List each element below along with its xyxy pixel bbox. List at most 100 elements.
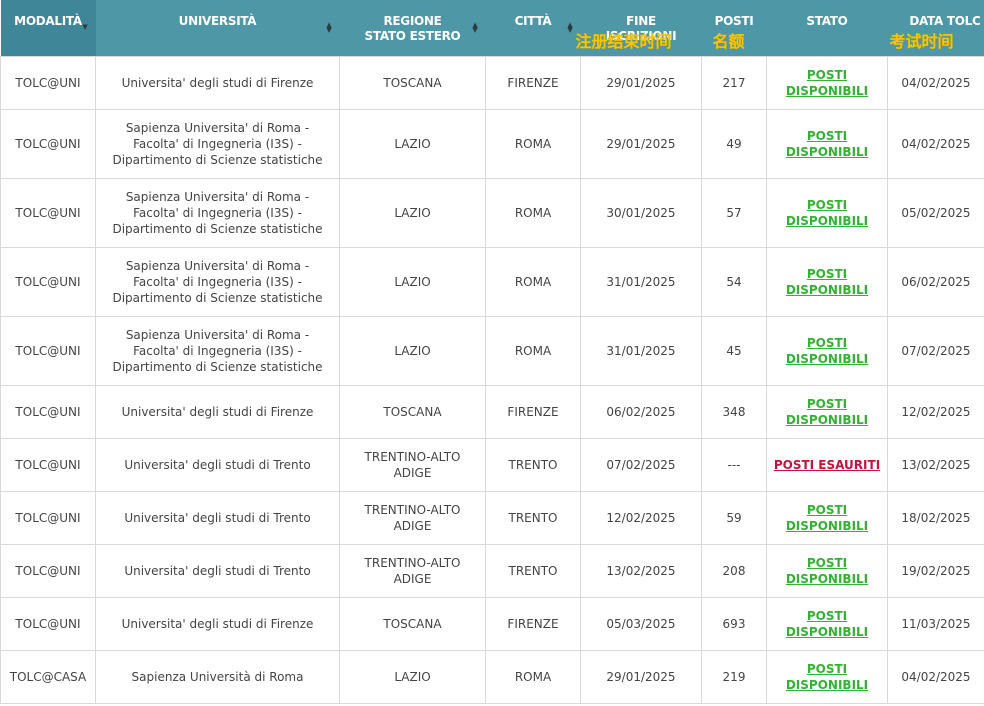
cell-stato: POSTI DISPONIBILI — [766, 315, 888, 386]
col-header-modalita[interactable]: MODALITÀ ▼ — [0, 0, 96, 56]
col-header-regione[interactable]: REGIONE STATO ESTERO ▲ ▼ — [339, 0, 486, 56]
cell-citta: TRENTO — [485, 490, 581, 545]
cell-modalita: TOLC@UNI — [0, 437, 96, 492]
cell-citta: FIRENZE — [485, 596, 581, 651]
sort-desc-icon[interactable]: ▼ — [82, 24, 87, 31]
table-row: TOLC@UNI Universita' degli studi di Fire… — [0, 596, 984, 651]
table-row: TOLC@UNI Sapienza Universita' di Roma - … — [0, 246, 984, 317]
cell-regione: TRENTINO-ALTO ADIGE — [339, 543, 486, 598]
col-header-stato-label: STATO — [806, 14, 848, 28]
cell-regione: LAZIO — [339, 108, 486, 179]
col-header-regione-label-1: REGIONE — [383, 14, 442, 28]
cell-regione: TRENTINO-ALTO ADIGE — [339, 490, 486, 545]
cell-posti: 208 — [701, 543, 767, 598]
cell-data-tolc: 04/02/2025 — [887, 55, 984, 110]
cell-universita: Sapienza Universita' di Roma - Facolta' … — [95, 177, 340, 248]
cell-modalita: TOLC@CASA — [0, 649, 96, 704]
cell-stato: POSTI DISPONIBILI — [766, 384, 888, 439]
cell-universita: Sapienza Universita' di Roma - Facolta' … — [95, 108, 340, 179]
status-link-available[interactable]: POSTI DISPONIBILI — [786, 662, 868, 692]
cell-citta: ROMA — [485, 649, 581, 704]
col-header-fine-iscrizioni[interactable]: FINE ISCRIZIONI 注册结束时间 — [576, 0, 702, 56]
status-link-available[interactable]: POSTI DISPONIBILI — [786, 556, 868, 586]
cell-data-tolc: 04/02/2025 — [887, 108, 984, 179]
status-link-available[interactable]: POSTI DISPONIBILI — [786, 129, 868, 159]
sort-arrows-icon[interactable]: ▲ ▼ — [326, 22, 331, 34]
col-header-citta[interactable]: CITTÀ ▲ ▼ — [485, 0, 581, 56]
cell-universita: Universita' degli studi di Firenze — [95, 55, 340, 110]
cell-data-tolc: 19/02/2025 — [887, 543, 984, 598]
cell-citta: ROMA — [485, 177, 581, 248]
cell-fine-iscrizioni: 31/01/2025 — [580, 315, 702, 386]
cell-fine-iscrizioni: 29/01/2025 — [580, 649, 702, 704]
status-link-available[interactable]: POSTI DISPONIBILI — [786, 397, 868, 427]
cell-modalita: TOLC@UNI — [0, 596, 96, 651]
cell-posti: 217 — [701, 55, 767, 110]
cell-regione: LAZIO — [339, 315, 486, 386]
cell-data-tolc: 07/02/2025 — [887, 315, 984, 386]
sort-arrows-icon[interactable]: ▲ ▼ — [567, 22, 572, 34]
cell-posti: 219 — [701, 649, 767, 704]
cell-universita: Sapienza Universita' di Roma - Facolta' … — [95, 315, 340, 386]
cell-citta: FIRENZE — [485, 55, 581, 110]
col-header-universita[interactable]: UNIVERSITÀ ▲ ▼ — [95, 0, 340, 56]
cell-posti: 45 — [701, 315, 767, 386]
cell-regione: TOSCANA — [339, 55, 486, 110]
cell-stato: POSTI DISPONIBILI — [766, 108, 888, 179]
cell-universita: Universita' degli studi di Firenze — [95, 384, 340, 439]
sort-arrows-icon[interactable]: ▲ ▼ — [472, 22, 477, 34]
cell-data-tolc: 18/02/2025 — [887, 490, 984, 545]
cell-stato: POSTI DISPONIBILI — [766, 177, 888, 248]
col-header-stato[interactable]: STATO — [766, 0, 888, 56]
cell-posti: 348 — [701, 384, 767, 439]
status-link-available[interactable]: POSTI DISPONIBILI — [786, 267, 868, 297]
cell-universita: Sapienza Universita' di Roma - Facolta' … — [95, 246, 340, 317]
cell-data-tolc: 11/03/2025 — [887, 596, 984, 651]
cell-posti: 59 — [701, 490, 767, 545]
cell-citta: ROMA — [485, 246, 581, 317]
status-link-available[interactable]: POSTI DISPONIBILI — [786, 68, 868, 98]
status-link-sold-out[interactable]: POSTI ESAURITI — [774, 458, 880, 472]
cell-universita: Universita' degli studi di Trento — [95, 437, 340, 492]
cell-universita: Sapienza Università di Roma — [95, 649, 340, 704]
cell-fine-iscrizioni: 31/01/2025 — [580, 246, 702, 317]
cell-citta: TRENTO — [485, 543, 581, 598]
cell-posti: --- — [701, 437, 767, 492]
cell-fine-iscrizioni: 05/03/2025 — [580, 596, 702, 651]
cell-stato: POSTI DISPONIBILI — [766, 246, 888, 317]
table-row: TOLC@UNI Sapienza Universita' di Roma - … — [0, 108, 984, 179]
status-link-available[interactable]: POSTI DISPONIBILI — [786, 336, 868, 366]
cell-citta: TRENTO — [485, 437, 581, 492]
cell-data-tolc: 05/02/2025 — [887, 177, 984, 248]
status-link-available[interactable]: POSTI DISPONIBILI — [786, 609, 868, 639]
col-header-modalita-label: MODALITÀ — [14, 14, 82, 28]
col-header-citta-label: CITTÀ — [514, 14, 552, 28]
cell-fine-iscrizioni: 12/02/2025 — [580, 490, 702, 545]
cell-posti: 49 — [701, 108, 767, 179]
cell-data-tolc: 04/02/2025 — [887, 649, 984, 704]
cell-data-tolc: 06/02/2025 — [887, 246, 984, 317]
cell-modalita: TOLC@UNI — [0, 246, 96, 317]
status-link-available[interactable]: POSTI DISPONIBILI — [786, 198, 868, 228]
col-header-posti[interactable]: POSTI 名额 — [701, 0, 767, 56]
cell-modalita: TOLC@UNI — [0, 384, 96, 439]
cell-fine-iscrizioni: 06/02/2025 — [580, 384, 702, 439]
table-header-row: MODALITÀ ▼ UNIVERSITÀ ▲ ▼ REGIONE STATO E… — [0, 0, 984, 56]
cell-posti: 693 — [701, 596, 767, 651]
cell-citta: ROMA — [485, 108, 581, 179]
col-header-data-label: DATA TOLC — [909, 14, 981, 28]
status-link-available[interactable]: POSTI DISPONIBILI — [786, 503, 868, 533]
cell-fine-iscrizioni: 07/02/2025 — [580, 437, 702, 492]
cell-stato: POSTI DISPONIBILI — [766, 596, 888, 651]
cell-modalita: TOLC@UNI — [0, 108, 96, 179]
table-row: TOLC@UNI Universita' degli studi di Tren… — [0, 490, 984, 545]
table-row: TOLC@UNI Universita' degli studi di Tren… — [0, 437, 984, 492]
cell-regione: LAZIO — [339, 177, 486, 248]
col-header-regione-label-2: STATO ESTERO — [364, 29, 461, 43]
cell-posti: 54 — [701, 246, 767, 317]
cell-posti: 57 — [701, 177, 767, 248]
table-row: TOLC@UNI Sapienza Universita' di Roma - … — [0, 315, 984, 386]
tolc-sessions-table: MODALITÀ ▼ UNIVERSITÀ ▲ ▼ REGIONE STATO E… — [0, 0, 984, 704]
col-header-posti-label: POSTI — [714, 14, 754, 28]
col-header-data-tolc[interactable]: DATA TOLC 考试时间 — [887, 0, 984, 56]
